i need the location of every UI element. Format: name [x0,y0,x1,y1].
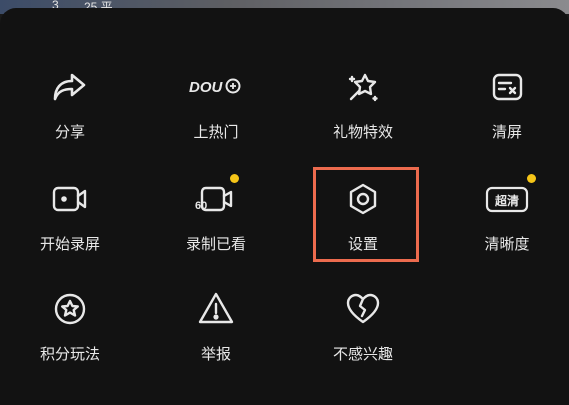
gift-effects-icon [339,63,387,111]
definition-icon: 超清 [483,175,531,223]
svg-text:超清: 超清 [494,193,519,208]
settings-button[interactable]: 设置 [303,175,423,275]
settings-icon [339,175,387,223]
svg-text:60: 60 [195,200,207,212]
new-badge-dot [527,174,536,183]
promote-hot-button[interactable]: DOU 上热门 [156,63,276,163]
report-label: 举报 [200,345,231,363]
share-label: 分享 [54,123,85,141]
report-button[interactable]: 举报 [156,285,276,385]
points-play-label: 积分玩法 [39,345,100,363]
clear-screen-icon [483,63,531,111]
share-button[interactable]: 分享 [10,63,130,163]
report-warning-icon [192,285,240,333]
points-star-icon [46,285,94,333]
new-badge-dot [230,174,239,183]
not-interested-label: 不感兴趣 [332,345,393,363]
promote-hot-label: 上热门 [193,123,239,141]
start-recording-button[interactable]: 开始录屏 [10,175,130,275]
settings-label: 设置 [347,235,378,253]
dou-plus-icon: DOU [186,63,246,111]
definition-label: 清晰度 [484,235,530,253]
gift-effects-label: 礼物特效 [332,123,393,141]
points-play-button[interactable]: 积分玩法 [10,285,130,385]
svg-text:DOU: DOU [189,79,224,96]
clear-screen-button[interactable]: 清屏 [447,63,567,163]
not-interested-icon [339,285,387,333]
gift-effects-button[interactable]: 礼物特效 [303,63,423,163]
definition-button[interactable]: 超清 清晰度 [447,174,567,275]
not-interested-button[interactable]: 不感兴趣 [303,285,423,385]
recorded-watched-button[interactable]: 60 录制已看 [156,174,276,275]
share-icon [46,63,94,111]
record-screen-icon [46,175,94,223]
more-actions-panel: 分享 DOU 上热门 礼物特效 清屏 开始录屏 60 录制已看 设置 超清 清晰… [0,8,569,405]
recorded-watched-label: 录制已看 [185,235,246,253]
start-recording-label: 开始录屏 [39,235,100,253]
clear-screen-label: 清屏 [491,123,522,141]
